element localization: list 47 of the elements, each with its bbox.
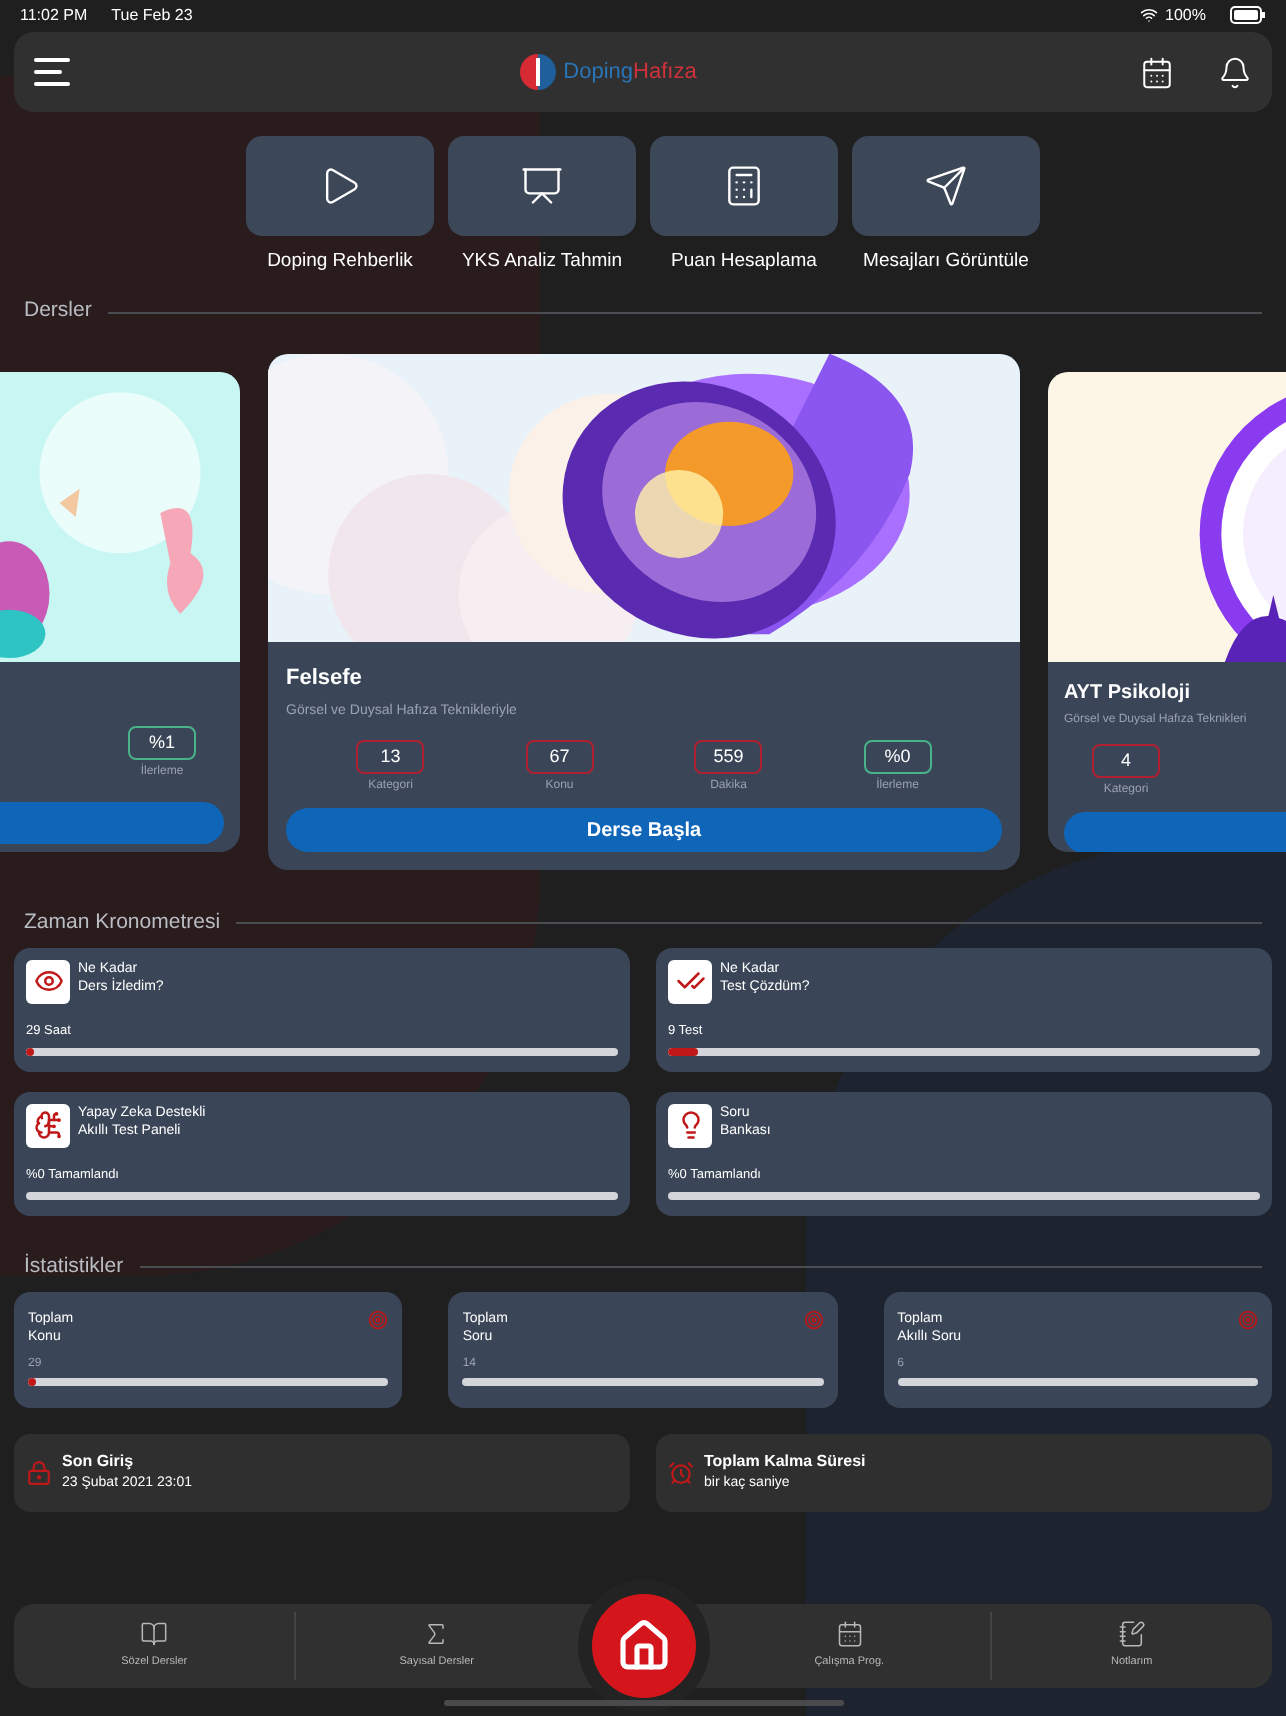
course-title: Felsefe [286,664,364,694]
battery-level: 100% [1165,3,1206,27]
quick-action-button[interactable] [448,136,636,236]
start-button[interactable] [1064,812,1286,852]
calendar-button[interactable] [1140,55,1174,89]
start-lesson-button[interactable]: Derse Başla [286,808,1002,852]
notification-button[interactable] [1218,55,1252,89]
paper-plane-icon [924,164,968,208]
wifi-icon [1139,6,1158,24]
home-icon [615,1618,671,1674]
stat-value: 559 [694,740,763,774]
section-title: Zaman Kronometresi [24,908,221,938]
stat-value: 67 [525,740,594,774]
course-title: AYT Psikoloji [1064,680,1192,708]
eye-icon [33,966,63,997]
calculator-icon [722,164,766,208]
section-title: Dersler [24,296,92,327]
quick-action-label: YKS Analiz Tahmin [461,248,623,276]
status-time: 11:02 PM [20,3,88,27]
book-icon [140,1620,169,1649]
quick-action-button[interactable] [852,136,1040,236]
quick-action-label: Doping Rehberlik [267,248,413,276]
alarm-clock-icon [668,1459,694,1485]
notebook-icon [1117,1620,1146,1649]
section-title: İstatistikler [24,1251,124,1282]
logo-icon [517,52,558,92]
stat-value: %1 [128,726,196,760]
logo-text: DopingHafıza [563,57,697,88]
info-title: Son Giriş [62,1449,136,1474]
quick-action-button[interactable] [650,136,838,236]
chart-board-icon [520,164,564,208]
status-date: Tue Feb 23 [111,3,193,27]
calendar-icon [835,1620,864,1649]
target-icon [803,1309,824,1329]
stat-value: %0 [863,740,932,774]
info-title: Toplam Kalma Süresi [704,1449,866,1474]
target-icon [368,1309,389,1329]
battery-icon [1230,6,1266,24]
quick-action-label: Puan Hesaplama [671,248,817,276]
target-icon [1237,1309,1258,1329]
quick-action-label: Mesajları Görüntüle [863,248,1029,276]
menu-button[interactable] [34,58,74,86]
stat-value: 4 [1092,744,1160,778]
lock-icon [26,1459,52,1485]
brain-icon [33,1110,63,1141]
stat-value: 13 [356,740,425,774]
start-button[interactable] [0,802,224,844]
